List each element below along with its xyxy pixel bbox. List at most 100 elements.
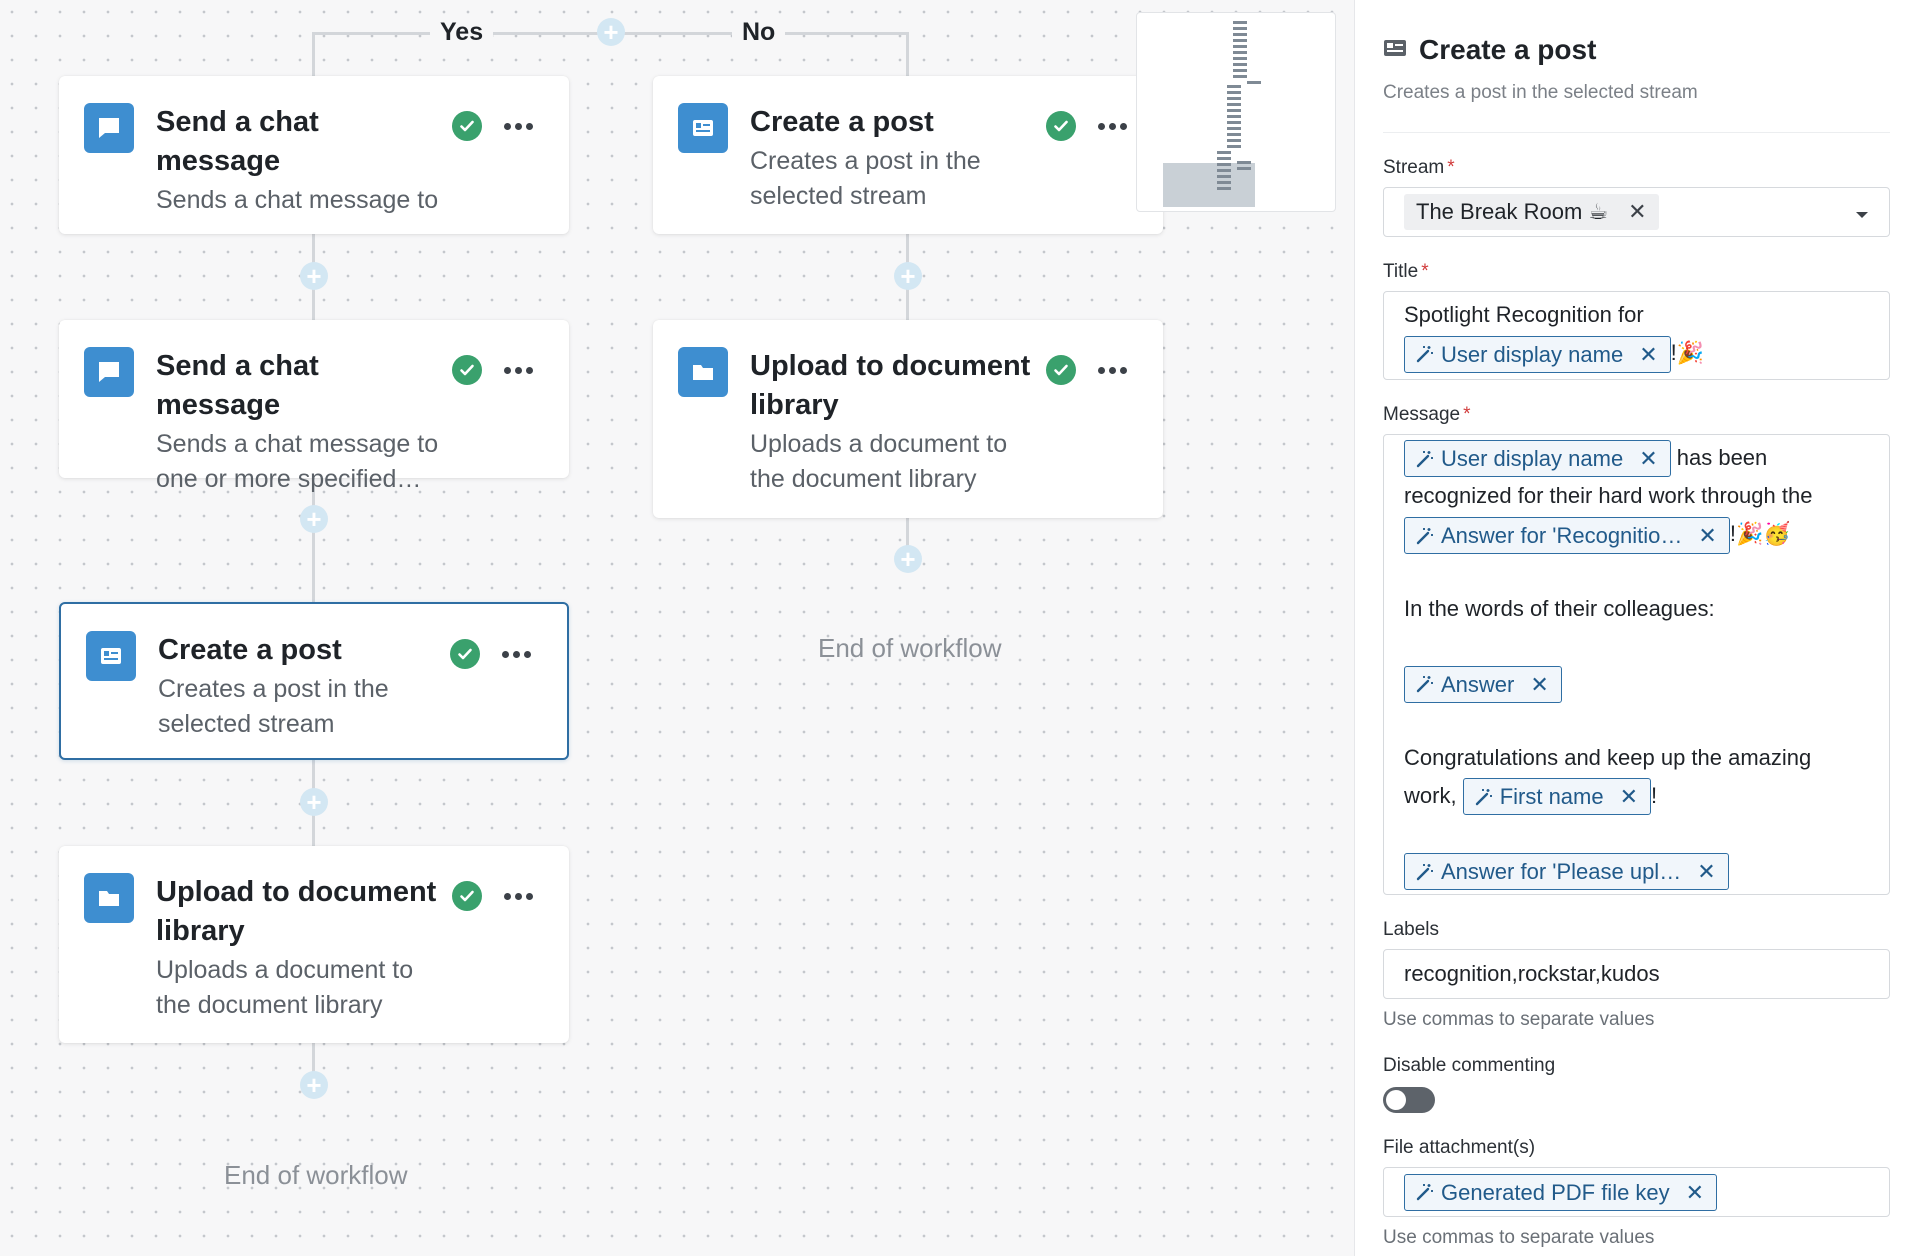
message-label: Message * (1383, 404, 1890, 426)
more-options-icon[interactable] (504, 119, 533, 134)
step-title: Upload to document library (156, 876, 437, 947)
token-label: Generated PDF file key (1441, 1179, 1670, 1205)
labels-value: recognition,rockstar,kudos (1404, 961, 1660, 987)
remove-token-icon[interactable]: ✕ (1697, 856, 1715, 887)
workflow-step-card[interactable]: Upload to document library Uploads a doc… (59, 846, 569, 1043)
remove-token-icon[interactable]: ✕ (1686, 1177, 1704, 1208)
file-attachments-input[interactable]: Generated PDF file key ✕ (1383, 1167, 1890, 1218)
more-options-icon[interactable] (1098, 363, 1127, 378)
add-step-button[interactable]: + (894, 262, 922, 290)
variable-token[interactable]: Answer for 'Please upl… ✕ (1404, 853, 1729, 891)
add-step-button[interactable]: + (300, 788, 328, 816)
more-options-icon[interactable] (1098, 119, 1127, 134)
stream-label-text: Stream (1383, 157, 1445, 178)
status-check-icon (452, 881, 482, 911)
status-check-icon (1046, 111, 1076, 141)
add-step-button[interactable]: + (300, 1071, 328, 1099)
title-suffix: !🎉 (1670, 340, 1705, 365)
more-options-icon[interactable] (504, 363, 533, 378)
step-description: Uploads a document to the document libra… (750, 430, 1008, 493)
chat-icon (84, 347, 134, 397)
step-description: Creates a post in the selected stream (750, 147, 981, 210)
branch-no-label: No (732, 16, 786, 48)
more-options-icon[interactable] (504, 889, 533, 904)
disable-commenting-label: Disable commenting (1383, 1055, 1556, 1077)
token-label: User display name (1441, 341, 1624, 367)
stream-select[interactable]: The Break Room ☕ ✕ (1383, 187, 1890, 237)
remove-token-icon[interactable]: ✕ (1530, 669, 1548, 700)
stream-label: Stream * (1383, 157, 1890, 179)
variable-token[interactable]: Answer ✕ (1404, 665, 1562, 703)
end-of-workflow-label: End of workflow (818, 633, 1002, 663)
token-label: Answer for 'Please upl… (1441, 859, 1682, 885)
branch-yes-label: Yes (430, 16, 494, 48)
workflow-step-card[interactable]: Create a post Creates a post in the sele… (653, 76, 1163, 234)
workflow-canvas[interactable]: + Yes No + + + + + + Send a chat message… (0, 0, 1354, 1256)
status-check-icon (450, 639, 480, 669)
step-title: Create a post (158, 634, 342, 666)
workflow-step-card-selected[interactable]: Create a post Creates a post in the sele… (59, 602, 569, 760)
workflow-step-card[interactable]: Send a chat message Sends a chat message… (59, 320, 569, 493)
panel-subtitle: Creates a post in the selected stream (1383, 82, 1890, 133)
minimap[interactable] (1136, 12, 1336, 212)
chevron-down-icon[interactable] (1855, 199, 1869, 225)
remove-token-icon[interactable]: ✕ (1620, 781, 1638, 812)
step-description: Sends a chat message to one or more spec… (156, 186, 446, 214)
token-label: User display name (1441, 446, 1624, 472)
magic-wand-icon (1415, 1182, 1435, 1202)
branch-connector (312, 32, 315, 76)
message-text: In the words of their colleagues: (1404, 596, 1715, 622)
end-of-workflow-label: End of workflow (224, 1160, 408, 1190)
labels-input[interactable]: recognition,rockstar,kudos (1383, 949, 1890, 1000)
title-input[interactable]: Spotlight Recognition for User display n… (1383, 291, 1890, 380)
chat-icon (84, 103, 134, 153)
required-marker: * (1463, 403, 1471, 425)
remove-chip-icon[interactable]: ✕ (1628, 198, 1646, 226)
disable-commenting-toggle[interactable] (1383, 1087, 1435, 1114)
step-config-panel: Create a post Creates a post in the sele… (1354, 0, 1918, 1256)
step-title: Send a chat message (156, 106, 319, 177)
required-marker: * (1421, 261, 1429, 282)
message-text: work, (1404, 782, 1457, 808)
title-label-text: Title (1383, 261, 1419, 282)
step-description: Sends a chat message to one or more spec… (156, 430, 439, 493)
add-step-button[interactable]: + (597, 18, 625, 46)
magic-wand-icon (1415, 674, 1435, 694)
step-description: Creates a post in the selected stream (158, 675, 389, 738)
title-text: Spotlight Recognition for (1404, 302, 1644, 327)
folder-icon (84, 873, 134, 923)
more-options-icon[interactable] (502, 647, 531, 662)
folder-icon (678, 347, 728, 397)
message-text: !🎉🥳 (1729, 521, 1791, 547)
status-check-icon (452, 111, 482, 141)
variable-token[interactable]: Generated PDF file key ✕ (1404, 1173, 1718, 1211)
step-title: Create a post (750, 106, 934, 138)
message-input[interactable]: User display name ✕ has been recognized … (1383, 433, 1890, 896)
workflow-step-card[interactable]: Send a chat message Sends a chat message… (59, 76, 569, 234)
token-label: First name (1499, 784, 1604, 810)
message-label-text: Message (1383, 403, 1461, 425)
remove-token-icon[interactable]: ✕ (1698, 520, 1716, 551)
remove-token-icon[interactable]: ✕ (1639, 339, 1657, 370)
add-step-button[interactable]: + (300, 505, 328, 533)
post-icon (86, 631, 136, 681)
workflow-step-card[interactable]: Upload to document library Uploads a doc… (653, 320, 1163, 518)
add-step-button[interactable]: + (300, 262, 328, 290)
variable-token[interactable]: Answer for 'Recognitio… ✕ (1404, 517, 1730, 555)
token-label: Answer for 'Recognitio… (1441, 523, 1683, 549)
variable-token[interactable]: User display name ✕ (1404, 335, 1671, 373)
message-text: has been (1676, 444, 1768, 470)
magic-wand-icon (1415, 449, 1435, 469)
variable-token[interactable]: First name ✕ (1462, 778, 1652, 816)
message-text: ! (1651, 782, 1658, 808)
post-icon (1383, 38, 1407, 63)
file-attachments-label: File attachment(s) (1383, 1137, 1536, 1159)
branch-connector (906, 32, 909, 76)
remove-token-icon[interactable]: ✕ (1639, 443, 1657, 474)
add-step-button[interactable]: + (894, 545, 922, 573)
magic-wand-icon (1415, 862, 1435, 882)
labels-label: Labels (1383, 919, 1439, 941)
step-title: Upload to document library (750, 350, 1031, 421)
variable-token[interactable]: User display name ✕ (1404, 440, 1671, 478)
step-description: Uploads a document to the document libra… (156, 956, 414, 1019)
